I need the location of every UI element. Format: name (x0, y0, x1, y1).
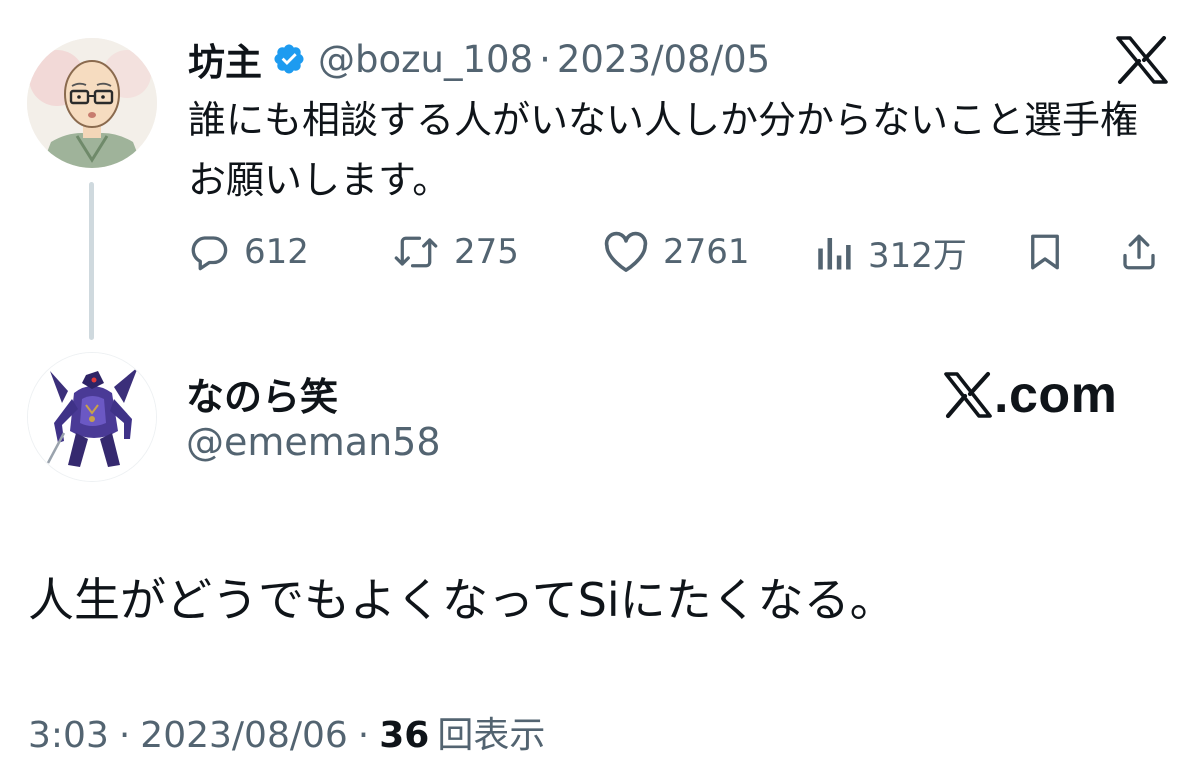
like-button[interactable]: 2761 (603, 228, 750, 276)
monk-illustration (27, 38, 157, 168)
bookmark-icon (1031, 234, 1059, 270)
like-count: 2761 (663, 232, 750, 272)
reply-button[interactable]: 612 (188, 228, 309, 276)
repost-button[interactable]: 275 (392, 228, 519, 276)
thread-connector-line (89, 182, 94, 340)
reply-avatar[interactable] (27, 352, 157, 482)
xcom-text: .com (994, 366, 1118, 424)
bookmark-button[interactable] (1024, 228, 1066, 276)
reply-handle[interactable]: @ememan58 (186, 420, 441, 464)
repost-icon (394, 236, 438, 268)
repost-count: 275 (454, 232, 519, 272)
robot-illustration (28, 353, 156, 481)
parent-tweet-header: 坊主 @bozu_108 · 2023/08/05 (188, 32, 770, 86)
reply-display-name[interactable]: なのら笑 (186, 366, 338, 421)
x-logo-icon[interactable] (1116, 36, 1168, 84)
parent-avatar[interactable] (27, 38, 157, 168)
view-count: 312万 (868, 235, 967, 276)
parent-handle[interactable]: @bozu_108 (318, 38, 533, 81)
share-icon (1123, 234, 1155, 270)
xcom-watermark: .com (944, 364, 1117, 426)
views-count: 36 (379, 715, 430, 756)
reply-date[interactable]: 2023/08/06 (140, 715, 348, 756)
reply-icon (191, 236, 228, 271)
parent-date[interactable]: 2023/08/05 (557, 38, 770, 81)
heart-icon (604, 231, 648, 272)
reply-tweet-text: 人生がどうでもよくなってSiにたくなる。 (28, 573, 896, 627)
share-button[interactable] (1118, 228, 1160, 276)
reply-count: 612 (244, 232, 309, 272)
views-label: 回表示 (437, 715, 546, 756)
footer-separator: · (357, 715, 370, 756)
parent-display-name[interactable]: 坊主 (188, 32, 262, 86)
reply-time[interactable]: 3:03 (28, 715, 109, 756)
analytics-icon (818, 238, 851, 270)
parent-tweet-text: 誰にも相談する人がいない人しか分からないこと選手権お願いします。 (188, 98, 1139, 202)
footer-separator: · (118, 715, 131, 756)
reply-tweet-footer: 3:03 · 2023/08/06 · 36 回表示 (28, 706, 545, 758)
x-logo-icon (944, 371, 992, 419)
views-button[interactable]: 312万 (814, 228, 967, 276)
meta-separator: · (539, 37, 551, 81)
verified-badge-icon (274, 44, 304, 74)
